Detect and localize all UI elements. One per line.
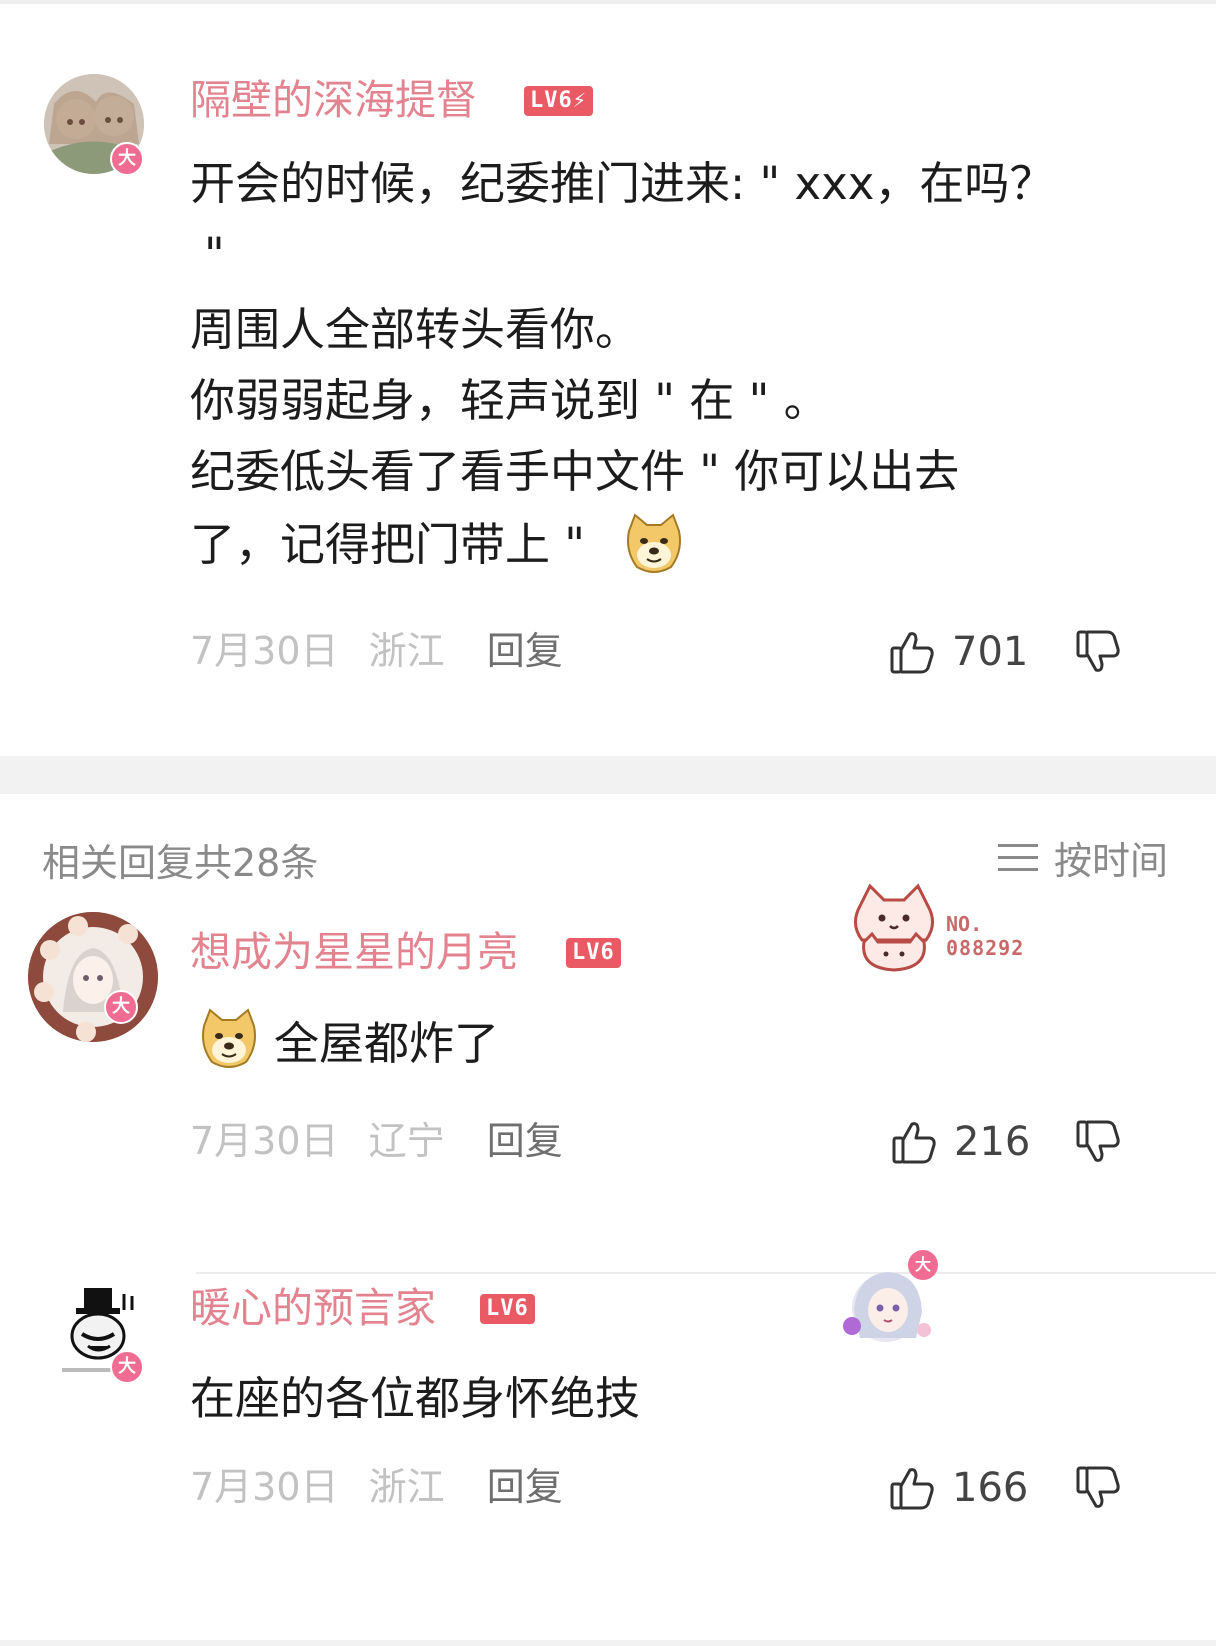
dislike-button[interactable] <box>1074 628 1122 680</box>
reply-text: 全屋都炸了 <box>274 1016 500 1070</box>
comment-line: 了，记得把门带上 " <box>190 509 1150 580</box>
thumbs-up-icon <box>892 1122 936 1164</box>
comment-region: 浙江 <box>368 1465 445 1509</box>
lightning-icon: ⚡ <box>572 88 587 113</box>
comment-meta: 7月30日 辽宁 回复 <box>190 1122 563 1160</box>
thumbs-up-icon <box>890 1468 934 1510</box>
fan-medal[interactable]: NO. 088292 <box>846 882 1056 974</box>
thumbs-down-icon <box>1076 1120 1120 1162</box>
comment-date: 7月30日 <box>190 1119 339 1163</box>
comment-line: 你弱弱起身，轻声说到 " 在 " 。 <box>190 374 829 427</box>
avatar-vip-badge: 大 <box>104 990 138 1024</box>
main-comment: 大 隔壁的深海提督 LV6⚡ 开会的时候，纪委推门进来: " xxx，在吗？ "… <box>0 4 1216 756</box>
decoration-badge: 大 <box>908 1250 938 1280</box>
like-count: 166 <box>952 1465 1029 1511</box>
avatar-vip-badge: 大 <box>110 1350 144 1384</box>
reply-divider <box>196 1272 1216 1274</box>
doge-emoji-icon <box>627 513 682 573</box>
username[interactable]: 想成为星星的月亮 <box>190 932 518 973</box>
comment-line: " <box>204 228 225 281</box>
comment-region: 辽宁 <box>368 1119 445 1163</box>
reply-button[interactable]: 回复 <box>487 1465 563 1509</box>
level-badge: LV6 <box>480 1294 535 1324</box>
thumbs-down-icon <box>1076 1466 1120 1508</box>
cat-sticker-icon <box>854 883 934 972</box>
comment-meta: 7月30日 浙江 回复 <box>190 1468 563 1506</box>
comment-line: 周围人全部转头看你。 <box>190 303 641 356</box>
username[interactable]: 隔壁的深海提督 <box>190 80 477 121</box>
sort-button[interactable]: 按时间 <box>997 830 1168 885</box>
level-label: LV6 <box>572 940 615 965</box>
comment-line: 纪委低头看了看手中文件 " 你可以出去 <box>190 445 960 498</box>
like-button[interactable]: 166 <box>888 1464 1028 1512</box>
bottom-divider <box>0 1640 1216 1646</box>
reply-body: 全屋都炸了 <box>196 1006 499 1072</box>
level-badge: LV6⚡ <box>524 86 593 116</box>
reply-button[interactable]: 回复 <box>487 1119 563 1163</box>
like-button[interactable]: 701 <box>888 628 1028 676</box>
replies-count: 相关回复共28条 <box>42 841 319 885</box>
doge-emoji-icon <box>202 1008 256 1068</box>
like-count: 216 <box>954 1119 1031 1165</box>
dislike-button[interactable] <box>1074 1464 1122 1516</box>
dislike-button[interactable] <box>1074 1118 1122 1170</box>
comment-body: 开会的时候，纪委推门进来: " xxx，在吗？ " 周围人全部转头看你。 你弱弱… <box>190 148 1150 580</box>
reply-text: 在座的各位都身怀绝技 <box>190 1372 641 1425</box>
reply-button[interactable]: 回复 <box>487 629 563 673</box>
comment-date: 7月30日 <box>190 1465 339 1509</box>
level-label: LV6 <box>486 1296 529 1321</box>
section-gap <box>0 756 1216 794</box>
avatar-vip-badge: 大 <box>110 142 144 176</box>
like-button[interactable]: 216 <box>890 1118 1030 1166</box>
like-count: 701 <box>952 629 1029 675</box>
level-badge: LV6 <box>566 938 621 968</box>
thumbs-down-icon <box>1076 630 1120 672</box>
sort-label: 按时间 <box>1053 839 1168 883</box>
avatar-image <box>28 912 158 1042</box>
decoration-sticker[interactable]: 大 <box>836 1250 946 1350</box>
comment-line-text: 了，记得把门带上 " <box>190 518 586 571</box>
comment-meta: 7月30日 浙江 回复 <box>190 632 563 670</box>
level-label: LV6 <box>530 88 573 113</box>
fan-medal-no-label: NO. <box>946 912 983 936</box>
avatar[interactable] <box>28 912 158 1042</box>
username[interactable]: 暖心的预言家 <box>190 1288 436 1329</box>
menu-icon <box>997 843 1038 871</box>
comment-line: 开会的时候，纪委推门进来: " xxx，在吗？ <box>190 157 1055 210</box>
comment-region: 浙江 <box>368 629 445 673</box>
comment-date: 7月30日 <box>190 629 339 673</box>
thumbs-up-icon <box>890 632 934 674</box>
fan-medal-number: 088292 <box>946 936 1025 960</box>
